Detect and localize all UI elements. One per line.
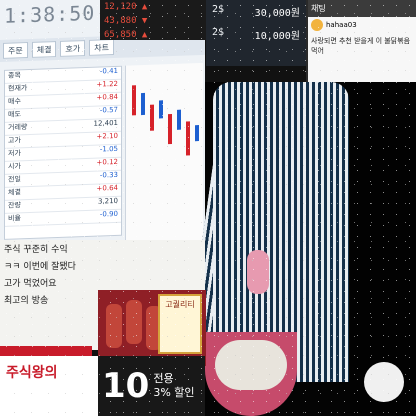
food-item — [126, 300, 142, 344]
row-value: -0.57 — [99, 105, 118, 115]
ad-discount-line2: 3% 할인 — [153, 386, 195, 399]
chat-header: 채팅 — [308, 0, 416, 17]
row-label: 저가 — [8, 149, 21, 158]
food-badge: 고퀄리티 — [158, 294, 202, 354]
candle — [141, 92, 145, 116]
row-value: +0.84 — [96, 92, 118, 102]
row-value: +0.64 — [96, 183, 118, 193]
gloved-hand — [247, 250, 269, 294]
row-value: +2.10 — [96, 131, 118, 141]
ad-bar[interactable]: 주식왕의 10 전용 3% 할인 — [0, 356, 205, 416]
ticker-line: 65,850 ▲ — [104, 30, 148, 40]
row-label: 매수 — [8, 97, 21, 106]
clock: 1:38:50 — [4, 0, 96, 28]
donation-amount: 10,000원 — [254, 31, 300, 42]
row-value: -1.05 — [99, 144, 118, 154]
row-value: -0.41 — [99, 66, 118, 76]
candle — [195, 125, 199, 142]
row-label: 매도 — [8, 110, 21, 119]
chat-username[interactable]: hahaa03 — [326, 21, 357, 29]
avatar — [311, 19, 323, 31]
ad-left-text: 주식왕의 — [0, 356, 98, 416]
donation-row: 2$ 10,000원 — [206, 23, 306, 46]
donation-row: 2$ 30,000원 — [206, 0, 306, 23]
donation-amount: 30,000원 — [254, 8, 300, 19]
table-row[interactable]: 비율 -0.90 — [5, 209, 121, 227]
row-label: 전일 — [8, 175, 21, 184]
row-label: 거래량 — [8, 123, 28, 132]
chat-popup: 채팅 hahaa03 사랑되면 추천 받을게 이 불닭볶음 먹어 — [306, 0, 416, 82]
presenter-video — [188, 82, 416, 416]
row-label: 종목 — [8, 71, 21, 80]
candle — [132, 85, 136, 116]
food-bowl — [205, 332, 297, 416]
bowl-contents — [215, 340, 287, 390]
row-value: -0.90 — [99, 209, 118, 219]
row-label: 시가 — [8, 162, 21, 171]
row-value: +1.22 — [96, 79, 118, 89]
ticker-line: 43,880 ▼ — [104, 16, 148, 26]
candle — [159, 100, 163, 119]
row-label: 체결 — [8, 188, 21, 197]
row-label: 비율 — [8, 214, 21, 223]
tab-order[interactable]: 주문 — [3, 42, 28, 59]
tab-fills[interactable]: 체결 — [31, 41, 57, 58]
food-ad[interactable]: 고퀄리티 — [98, 290, 206, 366]
chat-message: 사랑되면 추천 받을게 이 불닭볶음 먹어 — [311, 37, 411, 55]
row-value: +0.12 — [96, 157, 118, 167]
food-item — [106, 304, 122, 348]
row-value: -0.33 — [99, 170, 118, 180]
row-label: 고가 — [8, 136, 21, 145]
donation-count: 2$ — [212, 27, 225, 38]
chat-line: 주식 꾸준히 수익 — [4, 245, 68, 255]
ad-number: 10 — [102, 366, 150, 406]
ad-discount-line1: 전용 — [153, 372, 174, 385]
ad-promo: 10 전용 3% 할인 — [98, 356, 205, 416]
tab-quotes[interactable]: 호가 — [60, 40, 86, 57]
candlestick-chart — [125, 62, 203, 246]
price-ticker: 12,120 ▲ 43,880 ▼ 65,850 ▲ — [100, 0, 208, 40]
candle — [150, 104, 154, 131]
ad-discount: 전용 3% 할인 — [153, 372, 194, 400]
stream-screenshot: 1:38:50 주문 체결 호가 차트 종목 -0.41 현재가 +1.22 매수 +0.… — [0, 0, 416, 416]
chat-line: ㅋㅋ 이번에 잘됐다 — [4, 262, 76, 272]
candle — [177, 109, 181, 130]
row-label: 잔량 — [8, 201, 21, 210]
donation-panel: 2$ 30,000원 2$ 10,000원 — [206, 0, 306, 66]
ticker-line: 12,120 ▲ — [104, 2, 148, 12]
white-object — [364, 362, 404, 402]
row-value: 12,401 — [93, 118, 119, 128]
candle — [186, 121, 190, 156]
chat-user: hahaa03 — [308, 17, 416, 33]
row-label: 현재가 — [8, 84, 28, 93]
candle — [168, 113, 172, 145]
chat-line: 고가 먹었어요 — [4, 279, 57, 289]
row-value: 3,210 — [97, 196, 118, 206]
quote-table: 종목 -0.41 현재가 +1.22 매수 +0.84 매도 -0.57 거래량 12,401 고가… — [4, 65, 122, 240]
donation-count: 2$ — [212, 4, 225, 15]
